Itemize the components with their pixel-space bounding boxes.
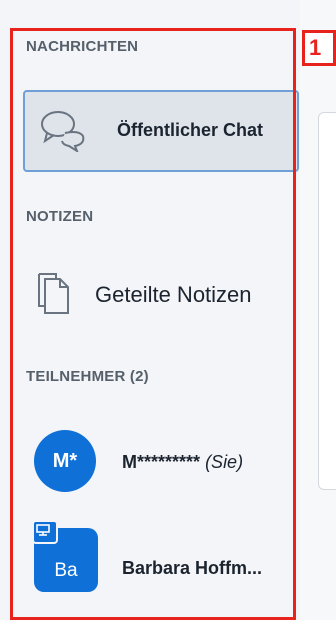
speech-bubbles-icon [39, 108, 89, 157]
participant-name: M********* (Sie) [122, 452, 243, 473]
participant-name: Barbara Hoffm... [122, 558, 263, 578]
participant-row-barbara[interactable]: Ba Barbara Hoffm... [32, 520, 296, 592]
self-indicator: (Sie) [205, 452, 244, 472]
participant-row-self[interactable]: M* M********* (Sie) [34, 430, 296, 492]
public-chat-label: Öffentlicher Chat [117, 120, 264, 140]
notes-section-title: NOTIZEN [26, 208, 94, 225]
public-chat-item[interactable]: Öffentlicher Chat [23, 90, 299, 172]
document-stack-icon [36, 266, 72, 321]
avatar: M* [34, 430, 96, 492]
presenter-badge-icon [32, 520, 58, 544]
shared-notes-label: Geteilte Notizen [95, 282, 252, 307]
user-list-sidebar: NACHRICHTEN Öffentlicher Chat NOTIZEN Ge… [0, 0, 300, 620]
shared-notes-item[interactable]: Geteilte Notizen [23, 258, 299, 334]
step-marker: 1 [302, 30, 336, 66]
participant-name-text: M********* [122, 452, 201, 472]
participants-section-title: TEILNEHMER (2) [26, 368, 149, 385]
step-number: 1 [309, 35, 322, 60]
messages-section-title: NACHRICHTEN [26, 38, 139, 55]
content-card [318, 112, 336, 490]
